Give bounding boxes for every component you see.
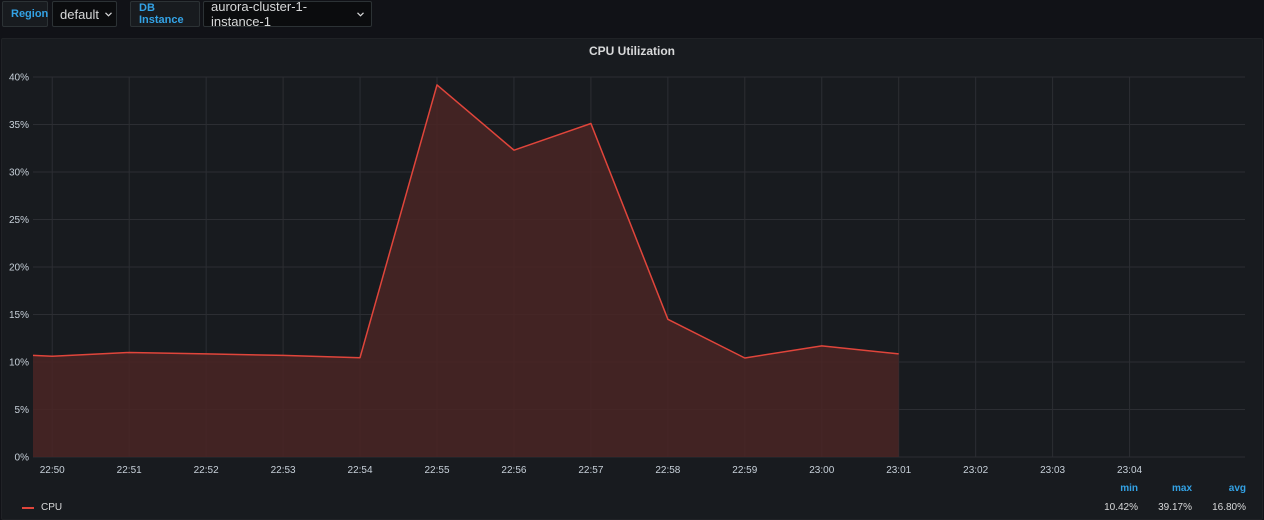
x-tick-label: 22:52 — [194, 465, 219, 476]
x-tick-label: 23:02 — [963, 465, 988, 476]
x-tick-label: 22:59 — [732, 465, 757, 476]
legend-line-swatch — [22, 506, 34, 509]
legend-header-min[interactable]: min — [1098, 483, 1138, 494]
x-tick-label: 22:54 — [348, 465, 373, 476]
x-tick-label: 22:51 — [117, 465, 142, 476]
x-tick-label: 23:03 — [1040, 465, 1065, 476]
x-tick-label: 22:56 — [501, 465, 526, 476]
legend-min-value: 10.42% — [1104, 502, 1138, 513]
y-tick-label: 15% — [9, 310, 29, 321]
chart-series-area — [32, 84, 899, 458]
legend-series-cpu[interactable]: CPU — [22, 502, 62, 513]
y-axis: 0% 5% 10% 15% 20% 25% 30% 35% 40% — [9, 73, 29, 464]
x-tick-label: 23:04 — [1117, 465, 1142, 476]
legend-series-name: CPU — [41, 502, 63, 513]
x-tick-label: 23:00 — [809, 465, 834, 476]
y-tick-label: 5% — [15, 405, 30, 416]
legend-header-avg[interactable]: avg — [1206, 483, 1246, 494]
x-tick-label: 22:57 — [578, 465, 603, 476]
x-tick-label: 22:55 — [424, 465, 449, 476]
y-tick-label: 40% — [9, 73, 29, 84]
series-fill-cpu — [33, 84, 899, 458]
x-tick-label: 22:58 — [655, 465, 680, 476]
y-tick-label: 25% — [9, 215, 29, 226]
x-tick-label: 22:50 — [40, 465, 65, 476]
legend-max-value: 39.17% — [1158, 502, 1192, 513]
legend-header-max[interactable]: max — [1152, 483, 1192, 494]
x-axis: 22:50 22:51 22:52 22:53 22:54 22:55 22:56 22:57… — [40, 465, 1143, 476]
x-tick-label: 22:53 — [271, 465, 296, 476]
x-tick-label: 23:01 — [886, 465, 911, 476]
y-tick-label: 10% — [9, 358, 29, 369]
y-tick-label: 35% — [9, 120, 29, 131]
cpu-utilization-chart[interactable]: 0%5%10%15%20%25%30%35%40% 22:50 22:51 22:5… — [0, 0, 1264, 480]
y-tick-label: 0% — [15, 453, 30, 464]
y-tick-label: 20% — [9, 263, 29, 274]
y-tick-label: 30% — [9, 168, 29, 179]
legend-avg-value: 16.80% — [1212, 502, 1246, 513]
